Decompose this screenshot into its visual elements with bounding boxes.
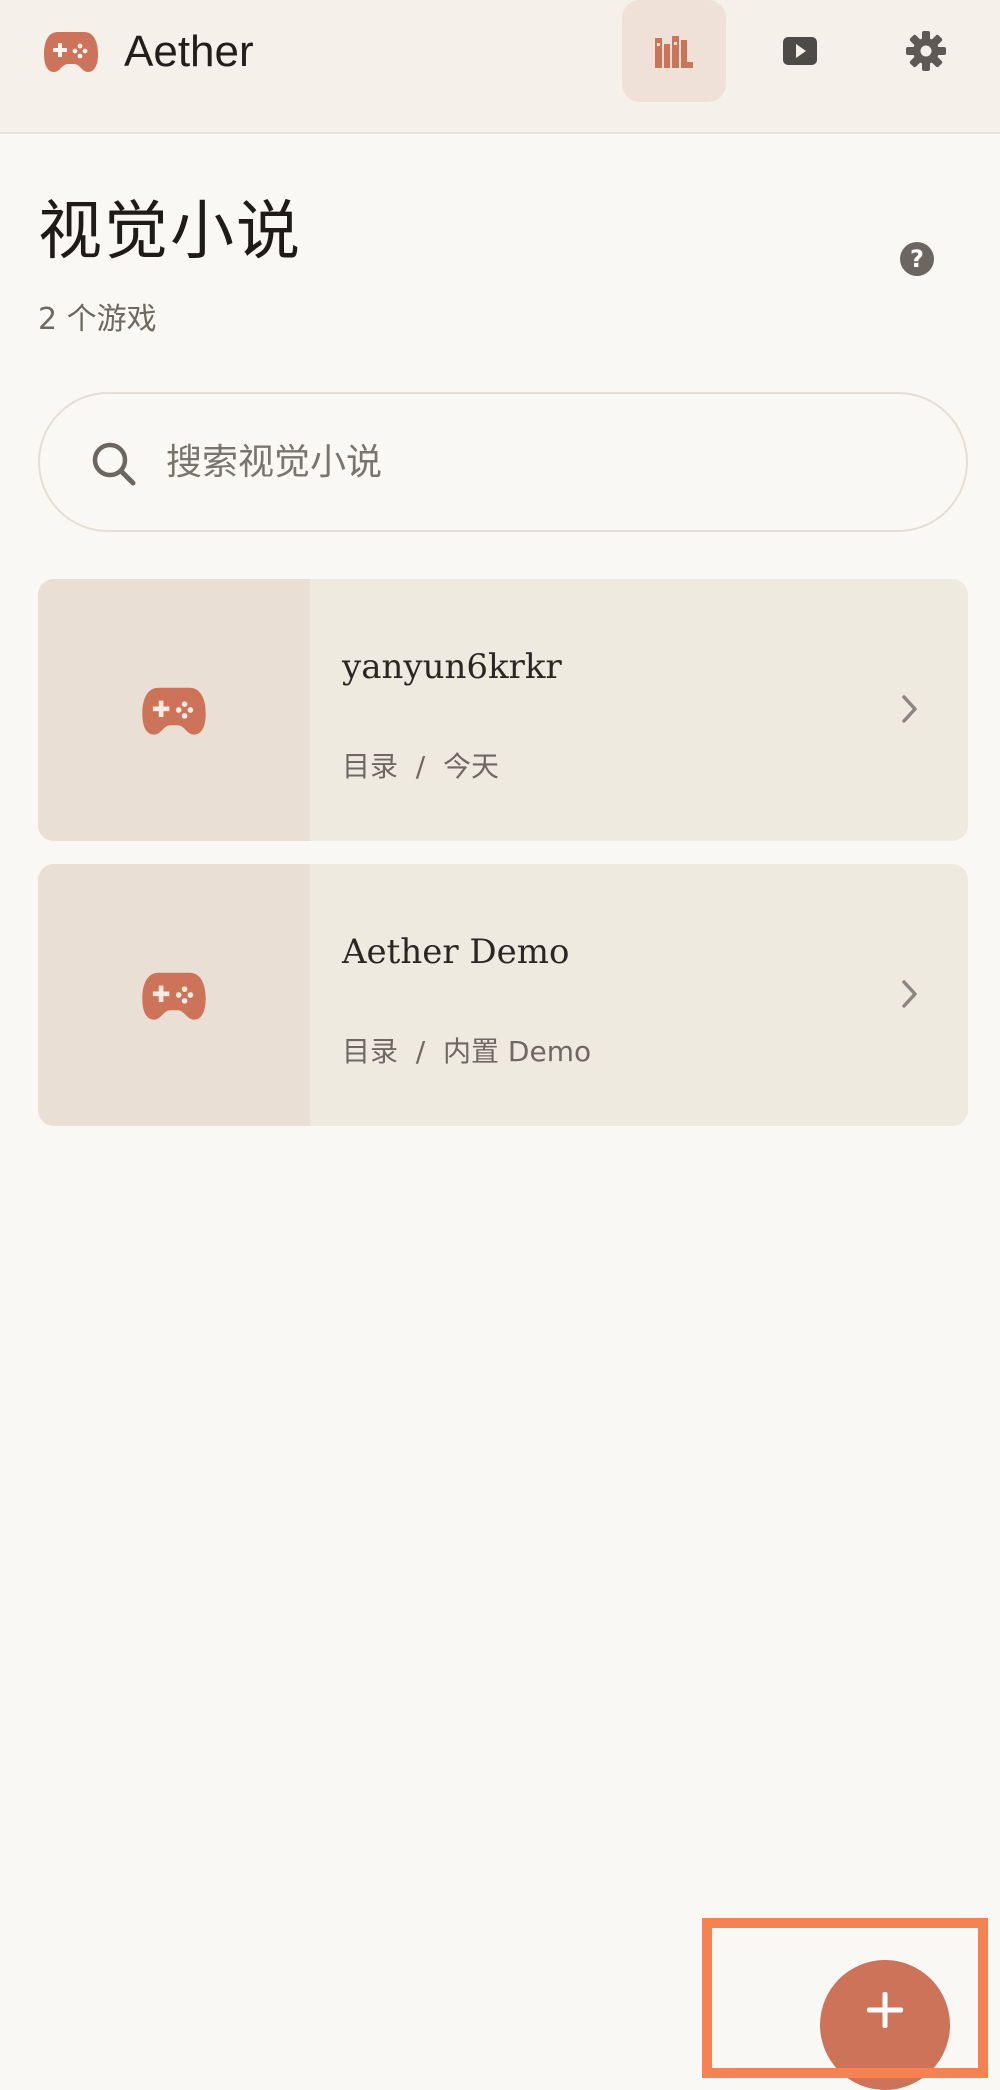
gamepad-icon	[44, 32, 98, 72]
fab-highlight-box	[702, 1918, 988, 2078]
gamepad-icon	[142, 687, 206, 735]
search-box[interactable]	[38, 392, 968, 532]
game-count: 2 个游戏	[38, 302, 157, 337]
game-card-aether-demo[interactable]: Aether Demo 目录 / 内置 Demo	[38, 864, 968, 1126]
help-icon: ?	[910, 245, 924, 273]
search-input[interactable]	[166, 436, 926, 488]
game-thumbnail	[38, 579, 310, 841]
game-thumbnail	[38, 864, 310, 1126]
search-icon	[92, 442, 136, 486]
chevron-right-icon	[902, 980, 917, 1008]
game-title: yanyun6krkr	[342, 647, 562, 687]
gamepad-icon	[142, 972, 206, 1020]
game-card-yanyun6krkr[interactable]: yanyun6krkr 目录 / 今天	[38, 579, 968, 841]
page-title: 视觉小说	[38, 195, 302, 269]
help-button[interactable]: ?	[900, 242, 934, 276]
nav-settings-button[interactable]	[874, 0, 978, 102]
chevron-right-icon	[902, 695, 917, 723]
game-meta: 目录 / 今天	[342, 750, 500, 783]
nav-play-button[interactable]	[748, 0, 852, 102]
game-meta: 目录 / 内置 Demo	[342, 1035, 592, 1068]
nav-library-button[interactable]	[622, 0, 726, 102]
gear-icon	[906, 31, 946, 71]
app-bar: Aether	[0, 0, 1000, 134]
app-title: Aether	[124, 27, 254, 76]
game-title: Aether Demo	[342, 932, 570, 972]
library-icon	[655, 36, 693, 68]
play-icon	[783, 37, 817, 65]
